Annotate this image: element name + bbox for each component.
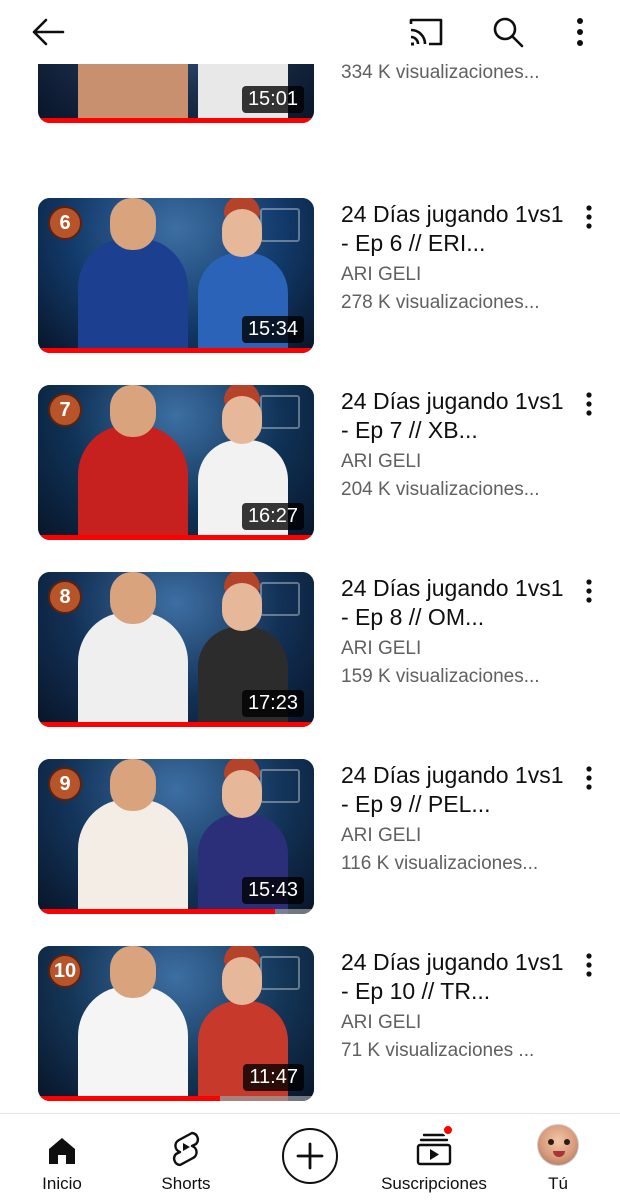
watch-progress-fill <box>38 909 276 914</box>
shorts-icon <box>171 1114 201 1166</box>
duration-label: 17:23 <box>241 690 304 717</box>
view-count: 334 K visualizaciones... <box>341 62 540 83</box>
nav-home-label: Inicio <box>42 1174 82 1193</box>
nav-home[interactable]: Inicio <box>32 1114 92 1200</box>
nav-shorts[interactable]: Shorts <box>151 1114 221 1200</box>
more-vert-icon[interactable] <box>576 200 602 234</box>
nav-shorts-label: Shorts <box>161 1174 211 1193</box>
cast-icon[interactable] <box>404 10 448 54</box>
watch-progress-bar <box>38 722 314 727</box>
basketball-hoop-graphic <box>260 582 300 616</box>
basketball-hoop-graphic <box>260 208 300 242</box>
episode-badge: 6 <box>48 206 82 240</box>
video-item[interactable]: 7 16:27 24 Días jugando 1vs1 - Ep 7 // X… <box>0 385 620 540</box>
view-count: 116 K visualizaciones... <box>341 853 539 874</box>
nav-subscriptions-label: Suscripciones <box>381 1174 487 1193</box>
thumbnail-person-left <box>78 198 188 353</box>
episode-badge: 9 <box>48 767 82 801</box>
watch-progress-fill <box>38 348 314 353</box>
video-title[interactable]: 24 Días jugando 1vs1 - Ep 8 // OM... <box>341 574 567 632</box>
duration-label: 11:47 <box>243 1064 304 1091</box>
duration-label: 16:27 <box>241 503 304 530</box>
thumbnail-person-left <box>78 572 188 727</box>
thumbnail-person-left <box>78 385 188 540</box>
channel-name[interactable]: ARI GELI <box>341 825 421 847</box>
video-thumbnail[interactable]: 6 15:34 <box>38 198 314 353</box>
watch-progress-fill <box>38 118 314 123</box>
nav-subscriptions[interactable]: Suscripciones <box>374 1114 494 1200</box>
duration-label: 15:34 <box>241 316 304 343</box>
notification-dot <box>442 1124 454 1136</box>
watch-progress-bar <box>38 909 314 914</box>
video-title[interactable]: 24 Días jugando 1vs1 - Ep 6 // ERI... <box>341 200 567 258</box>
video-title[interactable]: 24 Días jugando 1vs1 - Ep 9 // PEL... <box>341 761 567 819</box>
watch-progress-fill <box>38 722 314 727</box>
basketball-hoop-graphic <box>260 395 300 429</box>
more-vert-icon[interactable] <box>576 387 602 421</box>
search-icon[interactable] <box>486 10 530 54</box>
basketball-hoop-graphic <box>260 769 300 803</box>
video-thumbnail[interactable]: 7 16:27 <box>38 385 314 540</box>
video-thumbnail[interactable]: 10 11:47 <box>38 946 314 1101</box>
nav-you[interactable]: Tú <box>528 1114 588 1200</box>
duration-label: 15:43 <box>241 877 304 904</box>
view-count: 159 K visualizaciones... <box>341 666 540 687</box>
video-item[interactable]: 9 15:43 24 Días jugando 1vs1 - Ep 9 // P… <box>0 759 620 914</box>
episode-badge: 7 <box>48 393 82 427</box>
home-icon <box>47 1114 77 1166</box>
more-vert-icon[interactable] <box>576 574 602 608</box>
channel-name[interactable]: ARI GELI <box>341 451 421 473</box>
watch-progress-bar <box>38 118 314 123</box>
watch-progress-bar <box>38 348 314 353</box>
view-count: 278 K visualizaciones... <box>341 292 540 313</box>
thumbnail-person-left <box>78 946 188 1101</box>
add-icon <box>282 1128 338 1184</box>
video-thumbnail[interactable]: 8 17:23 <box>38 572 314 727</box>
episode-badge: 10 <box>48 954 82 988</box>
view-count: 204 K visualizaciones... <box>341 479 540 500</box>
channel-name[interactable]: ARI GELI <box>341 638 421 660</box>
more-vert-icon[interactable] <box>576 948 602 982</box>
watch-progress-bar <box>38 535 314 540</box>
video-item[interactable]: 10 11:47 24 Días jugando 1vs1 - Ep 10 //… <box>0 946 620 1101</box>
arrow-back-icon[interactable] <box>26 10 70 54</box>
avatar <box>537 1114 579 1166</box>
channel-name[interactable]: ARI GELI <box>341 1012 421 1034</box>
create-button[interactable] <box>278 1114 342 1200</box>
watch-progress-fill <box>38 535 314 540</box>
thumbnail-person-left <box>78 759 188 914</box>
video-title[interactable]: 24 Días jugando 1vs1 - Ep 10 // TR... <box>341 948 567 1006</box>
episode-badge: 8 <box>48 580 82 614</box>
video-thumbnail[interactable]: 9 15:43 <box>38 759 314 914</box>
channel-name[interactable]: ARI GELI <box>341 264 421 286</box>
basketball-hoop-graphic <box>260 956 300 990</box>
bottom-navigation: Inicio Shorts Suscripciones Tú <box>0 1113 620 1200</box>
subscriptions-icon <box>416 1114 452 1166</box>
nav-you-label: Tú <box>548 1174 568 1193</box>
more-vert-icon[interactable] <box>558 10 602 54</box>
video-item[interactable]: 8 17:23 24 Días jugando 1vs1 - Ep 8 // O… <box>0 572 620 727</box>
watch-progress-fill <box>38 1096 221 1101</box>
view-count: 71 K visualizaciones ... <box>341 1040 535 1061</box>
duration-label: 15:01 <box>241 86 304 113</box>
watch-progress-bar <box>38 1096 314 1101</box>
more-vert-icon[interactable] <box>576 761 602 795</box>
video-title[interactable]: 24 Días jugando 1vs1 - Ep 7 // XB... <box>341 387 567 445</box>
video-item[interactable]: 6 15:34 24 Días jugando 1vs1 - Ep 6 // E… <box>0 198 620 353</box>
top-app-bar <box>0 0 620 64</box>
